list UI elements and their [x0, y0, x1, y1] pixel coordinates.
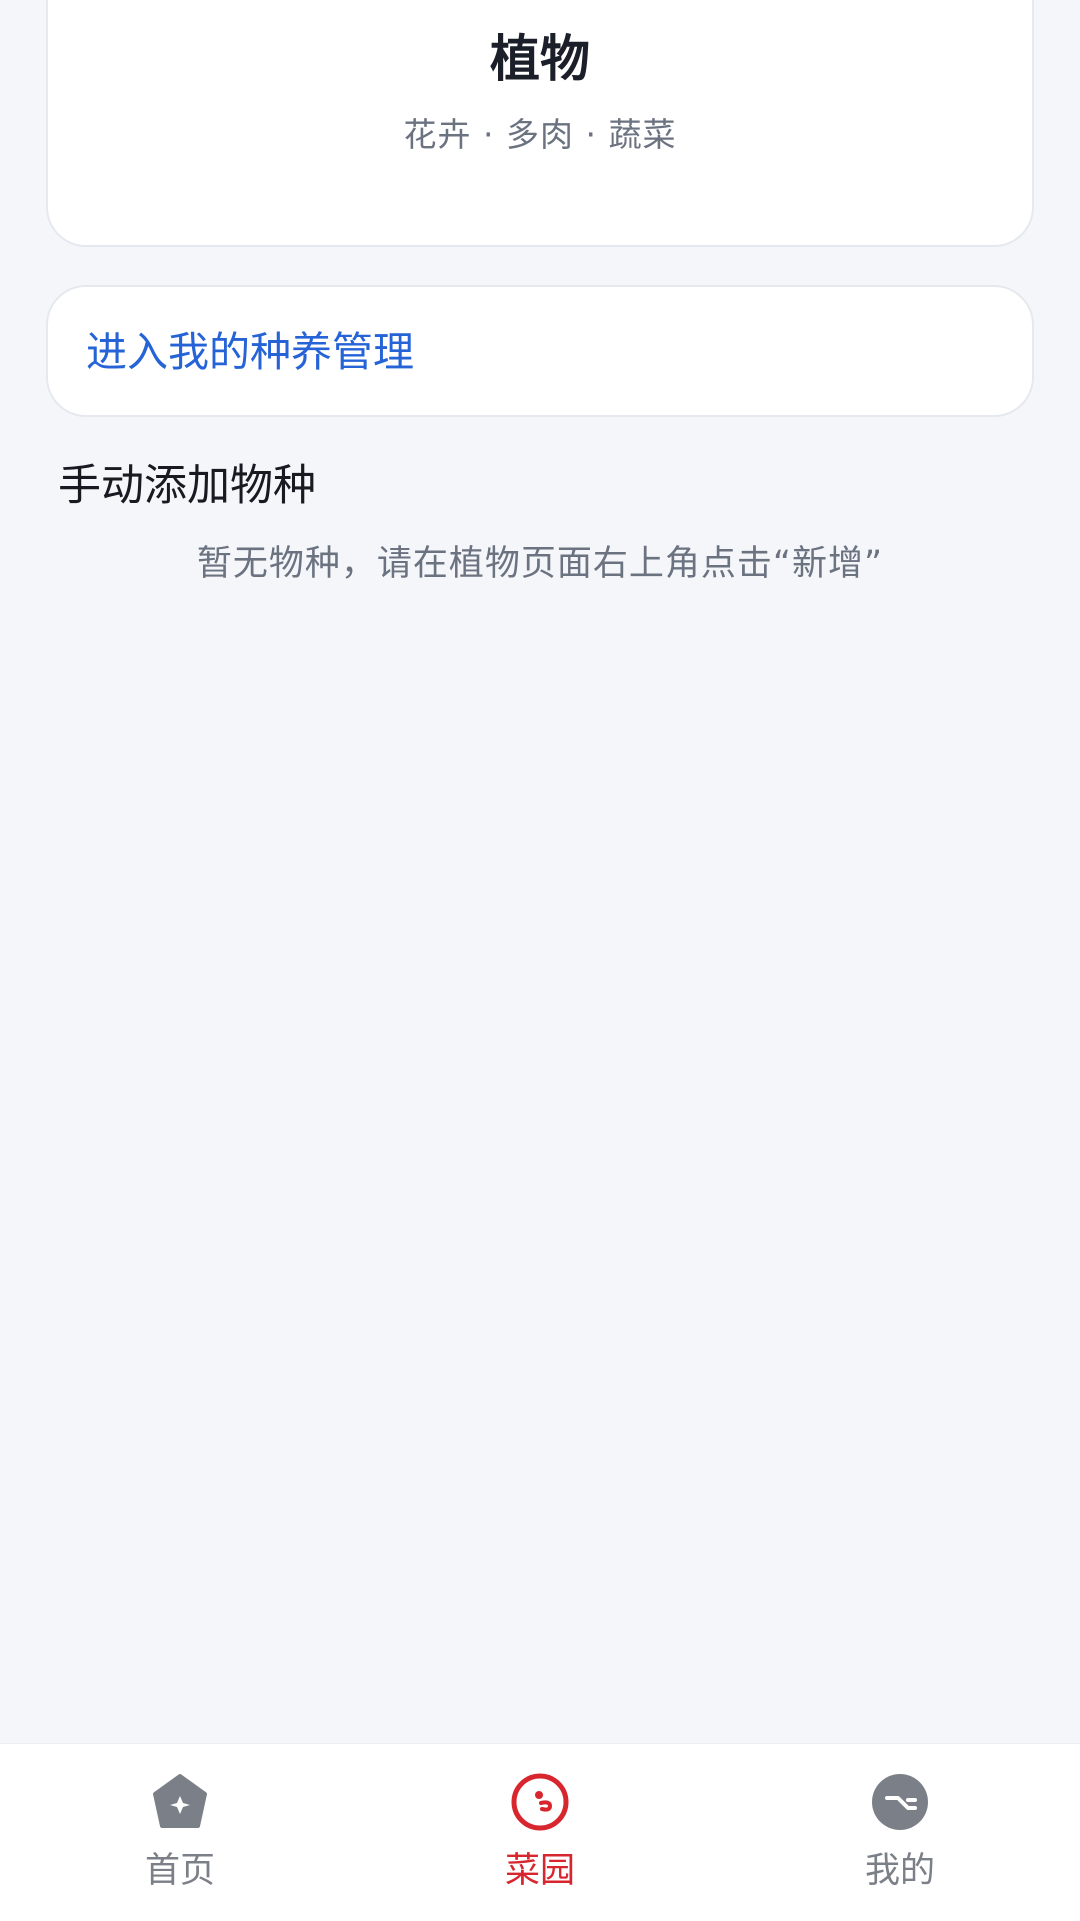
enter-management-label: 进入我的种养管理	[86, 328, 414, 376]
empty-species-text: 暂无物种，请在植物页面右上角点击“新增”	[196, 544, 884, 584]
tab-home[interactable]: 首页	[60, 1744, 300, 1921]
tab-garden-label: 菜园	[504, 1851, 575, 1891]
tab-garden[interactable]: 菜园	[420, 1744, 660, 1921]
tab-home-label: 首页	[144, 1851, 215, 1891]
garden-icon	[511, 1773, 569, 1831]
bottom-tab-bar: 首页 菜园 我的	[0, 1743, 1080, 1921]
manual-add-title: 手动添加物种	[58, 461, 316, 511]
plants-card-subtitle: 花卉 · 多肉 · 蔬菜	[403, 115, 677, 154]
enter-management-button[interactable]: 进入我的种养管理	[46, 285, 1034, 417]
profile-icon	[872, 1774, 928, 1830]
plants-card-title: 植物	[490, 30, 590, 88]
tab-profile-label: 我的	[864, 1851, 935, 1891]
plants-card[interactable]: 植物 花卉 · 多肉 · 蔬菜	[46, 0, 1034, 247]
home-icon	[153, 1774, 207, 1828]
tab-profile[interactable]: 我的	[780, 1744, 1020, 1921]
